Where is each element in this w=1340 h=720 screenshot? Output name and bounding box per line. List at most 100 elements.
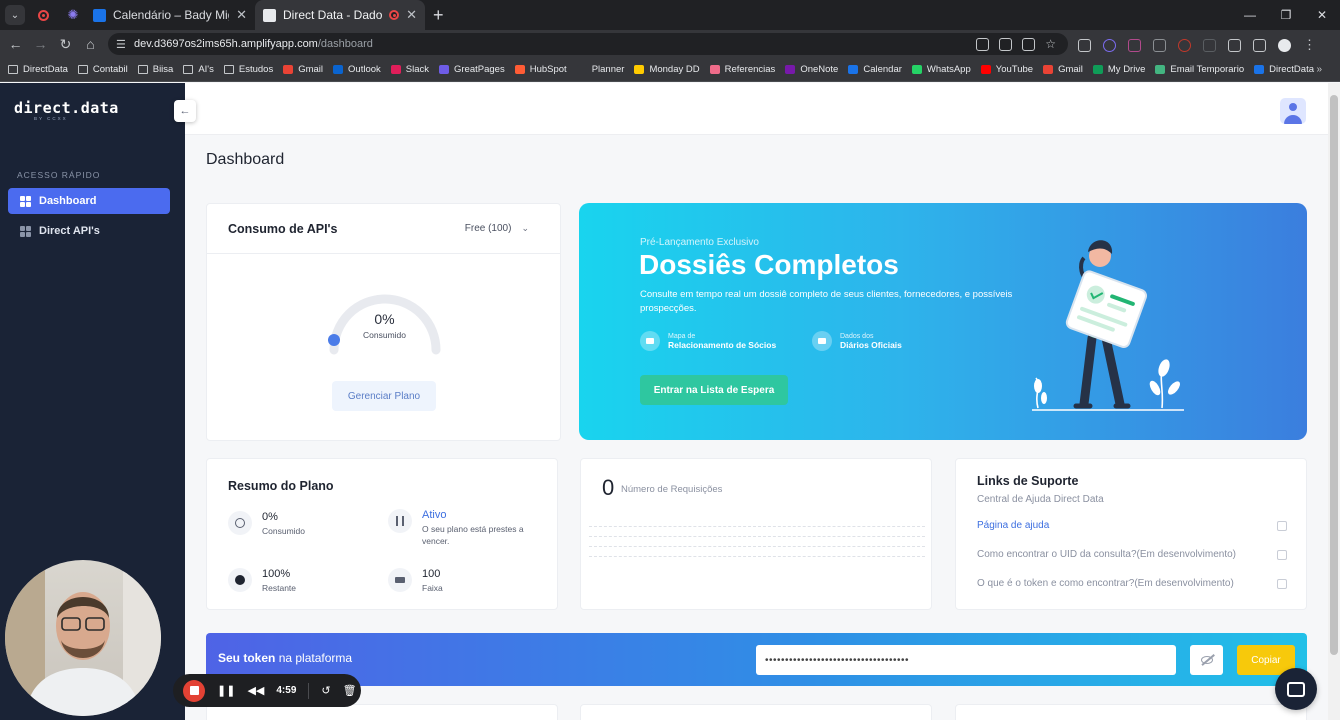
bookmark-label: Referencias [724, 64, 776, 75]
restore-icon[interactable]: ❐ [1268, 0, 1304, 30]
url-field[interactable]: ☰ dev.d3697os2ims65h.amplifyapp.com/dash… [108, 33, 1068, 55]
site-info-icon[interactable]: ☰ [116, 38, 134, 51]
bookmark-item[interactable]: AI's [183, 64, 214, 75]
bookmark-item[interactable]: GreatPages [439, 64, 505, 75]
tab-search-icon[interactable]: ⌄ [5, 5, 25, 25]
close-tab-icon[interactable]: ✕ [236, 7, 247, 23]
reload-icon[interactable]: ↻ [53, 32, 78, 56]
pause-icon[interactable]: ❚❚ [217, 684, 235, 697]
extension-icon[interactable] [1103, 38, 1116, 52]
bookmark-item[interactable]: Monday DD [634, 64, 700, 75]
bookmark-favicon-icon [1043, 65, 1054, 74]
bookmark-item[interactable]: Referencias [709, 64, 776, 75]
back-icon[interactable]: ← [3, 32, 28, 56]
bookmark-item[interactable]: Outlook [333, 64, 381, 75]
pinned-tab-extension[interactable]: ✺ [61, 4, 85, 26]
profile-icon[interactable] [1278, 38, 1291, 52]
promo-banner: Pré-Lançamento Exclusivo Dossiês Complet… [579, 203, 1307, 440]
browser-menu-icon[interactable]: ⋮ [1303, 37, 1316, 53]
collapse-sidebar-button[interactable]: ← [174, 100, 196, 122]
support-link-uid[interactable]: Como encontrar o UID da consulta?(Em des… [977, 549, 1287, 560]
sidebar-item-label: Direct API's [39, 225, 100, 237]
gauge-label: Consumido [363, 330, 406, 340]
sidebar-item-dashboard[interactable]: Dashboard [8, 188, 170, 214]
bookmark-label: Monday DD [649, 64, 700, 75]
bookmark-item[interactable]: Email Temporario [1155, 64, 1244, 75]
sidebar-item-direct-apis[interactable]: Direct API's [8, 218, 170, 244]
token-field[interactable]: •••••••••••••••••••••••••••••••••••• [756, 645, 1176, 675]
support-link-help[interactable]: Página de ajuda [977, 520, 1287, 531]
bookmark-item[interactable]: Gmail [283, 64, 323, 75]
plan-dropdown[interactable]: Free (100) ⌄ [465, 223, 529, 234]
bookmark-label: DirectData [23, 64, 68, 75]
bookmark-label: Gmail [298, 64, 324, 75]
bookmark-item[interactable]: Calendar [848, 64, 902, 75]
bookmark-item[interactable]: Planner [576, 64, 624, 75]
bookmark-favicon-icon [1155, 65, 1166, 74]
logo[interactable]: direct.data BY CCXX [14, 99, 119, 121]
folder-icon [223, 65, 234, 74]
card-subtitle: Central de Ajuda Direct Data [977, 494, 1104, 505]
restart-icon[interactable]: ↺ [321, 684, 330, 697]
trash-icon[interactable]: 🗑 [343, 684, 357, 697]
bookmark-item[interactable]: YouTube [980, 64, 1033, 75]
extension-icon[interactable] [1128, 38, 1141, 52]
cast-icon[interactable] [976, 38, 990, 51]
forward-icon[interactable]: → [28, 32, 53, 56]
page-scrollbar[interactable] [1328, 83, 1340, 720]
record-icon [37, 9, 49, 21]
bookmark-item[interactable]: OneNote [785, 64, 838, 75]
more-bookmarks-icon[interactable]: » [1316, 64, 1322, 75]
user-avatar[interactable] [1280, 98, 1306, 124]
waitlist-button[interactable]: Entrar na Lista de Espera [640, 375, 788, 405]
translate-icon[interactable] [1022, 38, 1036, 51]
stat-value: 0% [262, 511, 278, 523]
home-icon[interactable]: ⌂ [78, 32, 103, 56]
support-link-token[interactable]: O que é o token e como encontrar?(Em des… [977, 578, 1287, 589]
scrollbar-thumb[interactable] [1330, 95, 1338, 655]
bookmark-item[interactable]: DirectData [8, 64, 68, 75]
bookmark-item[interactable]: Contabil [77, 64, 128, 75]
browser-tab-directdata[interactable]: Direct Data - Dados com Ve ✕ [255, 0, 425, 30]
tab-title: Calendário – Bady Miguel – Ou [113, 8, 229, 22]
card [580, 704, 932, 720]
recording-timer: 4:59 [276, 685, 297, 696]
toggle-visibility-button[interactable] [1190, 645, 1223, 675]
extensions-puzzle-icon[interactable] [1228, 38, 1241, 52]
extension-icon[interactable] [1153, 38, 1166, 52]
chat-support-button[interactable] [1275, 668, 1317, 710]
minimize-icon[interactable]: — [1232, 0, 1268, 30]
rewind-icon[interactable]: ◀◀ [247, 684, 264, 697]
bookmark-item[interactable]: WhatsApp [911, 64, 971, 75]
browser-tab-calendar[interactable]: Calendário – Bady Miguel – Ou ✕ [85, 0, 255, 30]
chat-bubble-icon [1287, 681, 1305, 697]
close-tab-icon[interactable]: ✕ [406, 7, 417, 23]
api-consumption-card: Consumo de API's Free (100) ⌄ 0% Consumi… [206, 203, 561, 441]
side-panel-icon[interactable] [1253, 38, 1266, 52]
password-key-icon[interactable] [999, 38, 1013, 51]
close-window-icon[interactable]: ✕ [1304, 0, 1340, 30]
external-link-icon [1277, 578, 1287, 589]
directdata-favicon-icon [263, 8, 276, 22]
bookmark-star-icon[interactable]: ☆ [1045, 38, 1056, 51]
support-link-label: O que é o token e como encontrar?(Em des… [977, 578, 1234, 589]
new-tab-button[interactable]: + [433, 5, 444, 26]
manage-plan-button[interactable]: Gerenciar Plano [332, 381, 436, 411]
gear-icon: ✺ [67, 7, 79, 22]
bookmark-item[interactable]: My Drive [1092, 64, 1145, 75]
pen-extension-icon[interactable] [1078, 38, 1091, 52]
bookmark-label: AI's [198, 64, 214, 75]
token-label: Seu token na plataforma [218, 651, 353, 665]
bookmark-item[interactable]: Estudos [223, 64, 273, 75]
pinned-tab-recording[interactable] [31, 4, 55, 26]
bookmark-favicon-icon [848, 65, 859, 74]
stop-recording-button[interactable] [183, 679, 205, 702]
extension-icon[interactable] [1203, 38, 1216, 52]
bookmark-item[interactable]: Gmail [1043, 64, 1083, 75]
bookmark-item[interactable]: HubSpot [514, 64, 567, 75]
bookmark-item[interactable]: Biisa [137, 64, 173, 75]
bookmark-favicon-icon [439, 65, 449, 74]
bookmark-item[interactable]: Slack [390, 64, 429, 75]
bookmark-item[interactable]: DirectData [1254, 64, 1314, 75]
extension-icon[interactable] [1178, 38, 1191, 52]
